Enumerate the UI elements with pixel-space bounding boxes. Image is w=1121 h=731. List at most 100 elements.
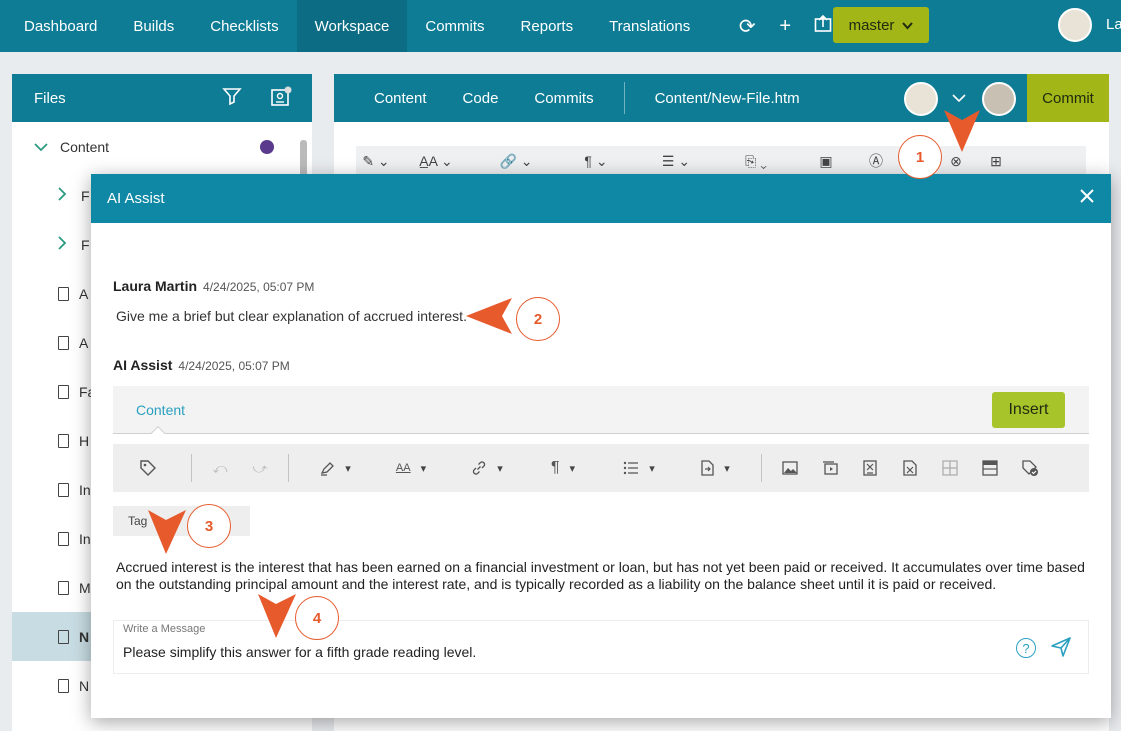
status-dot bbox=[260, 139, 274, 154]
filter-icon[interactable] bbox=[222, 86, 242, 112]
nav-translations[interactable]: Translations bbox=[591, 0, 708, 52]
tree-item-label: N bbox=[79, 628, 90, 645]
image-icon[interactable]: ▣ bbox=[796, 153, 856, 170]
tree-item-label: F bbox=[81, 187, 90, 204]
undo-icon[interactable]: ⤺ bbox=[200, 444, 240, 492]
tree-item-label: H bbox=[79, 432, 90, 449]
nav-checklists[interactable]: Checklists bbox=[192, 0, 296, 52]
toolbar-divider bbox=[761, 454, 762, 482]
refresh-icon[interactable]: ⟳ bbox=[728, 14, 766, 39]
video-icon[interactable] bbox=[810, 444, 850, 492]
nav-dashboard[interactable]: Dashboard bbox=[0, 0, 115, 52]
file-icon bbox=[58, 531, 69, 546]
chevron-down-icon: ▾ bbox=[569, 462, 576, 475]
tree-item-label: A bbox=[79, 285, 89, 302]
collaborator-avatar[interactable] bbox=[982, 82, 1016, 116]
callout-arrow-1 bbox=[944, 110, 980, 152]
commit-button[interactable]: Commit bbox=[1027, 74, 1109, 122]
chevron-right-icon bbox=[58, 236, 67, 253]
tab-commits[interactable]: Commits bbox=[516, 74, 611, 122]
insert-file-icon[interactable]: ▾ bbox=[677, 444, 753, 492]
plus-icon[interactable]: + bbox=[766, 15, 804, 38]
insert-button[interactable]: Insert bbox=[992, 392, 1065, 428]
collaborator-avatar[interactable] bbox=[904, 82, 938, 116]
snippet-icon[interactable]: ⊗ bbox=[936, 153, 976, 170]
chevron-down-icon[interactable] bbox=[952, 90, 966, 107]
redo-icon[interactable]: ⤻ bbox=[240, 444, 280, 492]
tab-response-content[interactable]: Content bbox=[136, 402, 185, 418]
table-icon[interactable]: ⊞ bbox=[976, 153, 1016, 170]
image-icon[interactable] bbox=[770, 444, 810, 492]
branch-selector[interactable]: master bbox=[833, 7, 929, 43]
tree-item-label: N bbox=[79, 677, 90, 694]
callout-arrow-4 bbox=[258, 594, 296, 638]
ai-icon[interactable]: Ⓐ bbox=[856, 151, 896, 171]
font-size-icon[interactable]: AA ▾ bbox=[373, 444, 449, 492]
user-avatar[interactable] bbox=[1058, 8, 1092, 42]
toolbar-layout-icon[interactable] bbox=[970, 444, 1010, 492]
tree-item-label: M bbox=[79, 579, 91, 596]
font-size-icon[interactable]: A̲A ⌄ bbox=[396, 153, 476, 170]
ai-assist-dialog: AI Assist Laura Martin 4/24/2025, 05:07 P… bbox=[91, 174, 1111, 718]
scrollbar[interactable] bbox=[300, 140, 307, 178]
help-icon[interactable]: ? bbox=[1016, 638, 1036, 658]
file-path: Content/New-File.htm bbox=[654, 89, 800, 107]
tab-content[interactable]: Content bbox=[334, 74, 445, 122]
response-tab-bar: Content Insert bbox=[113, 386, 1089, 441]
message-input[interactable]: Please simplify this answer for a fifth … bbox=[123, 644, 476, 660]
branch-label: master bbox=[848, 16, 895, 34]
close-icon[interactable] bbox=[1079, 186, 1095, 208]
variable-icon[interactable] bbox=[850, 444, 890, 492]
tab-indicator bbox=[150, 425, 166, 441]
file-icon bbox=[58, 580, 69, 595]
editor-header: Content Code Commits Content/New-File.ht… bbox=[334, 74, 1109, 122]
list-icon[interactable]: ▾ bbox=[601, 444, 677, 492]
files-header: Files bbox=[12, 74, 312, 122]
file-icon bbox=[58, 335, 69, 350]
files-title: Files bbox=[34, 89, 66, 107]
toolbar-divider bbox=[191, 454, 192, 482]
paragraph-icon[interactable]: ¶ ⌄ bbox=[556, 153, 636, 170]
message-time: 4/24/2025, 05:07 PM bbox=[203, 280, 315, 294]
nav-workspace[interactable]: Workspace bbox=[296, 0, 408, 52]
nav-commits[interactable]: Commits bbox=[407, 0, 502, 52]
callout-1: 1 bbox=[898, 135, 942, 179]
highlighter-icon[interactable]: ▾ bbox=[297, 444, 373, 492]
table-icon[interactable] bbox=[930, 444, 970, 492]
file-icon bbox=[58, 629, 69, 644]
top-nav: Dashboard Builds Checklists Workspace Co… bbox=[0, 0, 1121, 52]
highlighter-icon[interactable]: ✎ ⌄ bbox=[356, 153, 396, 170]
user-name: La bbox=[1106, 16, 1121, 33]
link-icon[interactable]: 🔗 ⌄ bbox=[476, 153, 556, 170]
file-icon bbox=[58, 482, 69, 497]
nav-builds[interactable]: Builds bbox=[115, 0, 192, 52]
response-text[interactable]: Accrued interest is the interest that ha… bbox=[116, 559, 1086, 593]
list-icon[interactable]: ☰ ⌄ bbox=[636, 153, 716, 170]
response-toolbar: ⤺ ⤻ ▾ AA ▾ ▾ ¶ ▾ ▾ ▾ bbox=[113, 444, 1089, 492]
snippet-icon[interactable] bbox=[890, 444, 930, 492]
tree-item-label: Content bbox=[60, 138, 110, 155]
paragraph-icon[interactable]: ¶ ▾ bbox=[525, 444, 601, 492]
user-message-text: Give me a brief but clear explanation of… bbox=[116, 308, 467, 324]
link-icon[interactable]: ▾ bbox=[449, 444, 525, 492]
ai-message-header: AI Assist 4/24/2025, 05:07 PM bbox=[113, 357, 290, 373]
file-icon bbox=[58, 384, 69, 399]
dialog-title: AI Assist bbox=[107, 190, 165, 207]
nav-reports[interactable]: Reports bbox=[503, 0, 592, 52]
tab-code[interactable]: Code bbox=[445, 74, 517, 122]
tree-item-label: F bbox=[81, 236, 90, 253]
message-author: AI Assist bbox=[113, 357, 173, 373]
tree-item-label: In bbox=[79, 481, 91, 498]
tab-divider bbox=[623, 82, 625, 114]
insert-file-icon[interactable]: ⎘ ⌄ bbox=[716, 153, 796, 170]
tag-check-icon[interactable] bbox=[1010, 444, 1050, 492]
callout-arrow-3 bbox=[148, 510, 186, 554]
chevron-down-icon bbox=[34, 139, 48, 155]
callout-arrow-2 bbox=[466, 298, 512, 334]
tree-item-content[interactable]: Content bbox=[12, 122, 312, 171]
send-icon[interactable] bbox=[1050, 636, 1072, 663]
tag-style-icon[interactable] bbox=[113, 444, 183, 492]
profile-card-icon[interactable] bbox=[270, 86, 292, 114]
message-placeholder: Write a Message bbox=[123, 623, 206, 635]
chevron-down-icon bbox=[902, 17, 914, 34]
